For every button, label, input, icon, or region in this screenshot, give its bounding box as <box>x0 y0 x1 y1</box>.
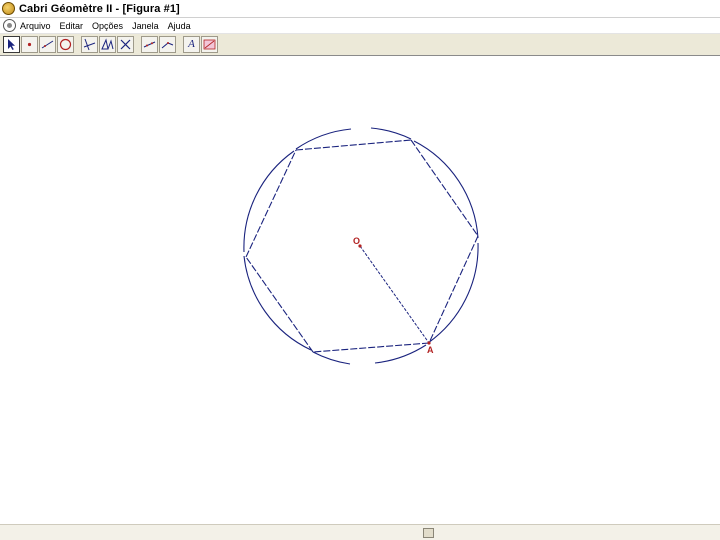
text-label-tool-button[interactable]: A <box>183 36 200 53</box>
circle-tool-button[interactable] <box>57 36 74 53</box>
inscribed-hexagon[interactable] <box>245 139 479 353</box>
radius-segment[interactable] <box>359 245 430 344</box>
window-title: Cabri Géomètre II - [Figura #1] <box>19 2 180 15</box>
menu-opcoes[interactable]: Opções <box>92 21 123 31</box>
macro-tool-button[interactable] <box>117 36 134 53</box>
hexagon-side <box>245 149 297 258</box>
hexagon-side <box>428 235 479 344</box>
perpendicular-tool-button[interactable] <box>81 36 98 53</box>
hexagon-side <box>245 256 314 353</box>
geometry-figure[interactable]: O A <box>0 56 720 524</box>
point-tool-button[interactable] <box>21 36 38 53</box>
measure-tool-button[interactable] <box>159 36 176 53</box>
circle-icon <box>59 38 72 51</box>
transformation-tool-button[interactable] <box>99 36 116 53</box>
macro-icon <box>120 39 131 50</box>
title-bar: Cabri Géomètre II - [Figura #1] <box>0 0 720 18</box>
measure-icon <box>161 42 174 49</box>
property-tool-button[interactable] <box>141 36 158 53</box>
text-label-icon: A <box>188 38 195 50</box>
perpendicular-icon <box>83 38 96 51</box>
transformation-icon <box>101 38 114 50</box>
hexagon-side <box>295 139 412 151</box>
vertex-label: A <box>427 345 434 355</box>
tool-bar: A <box>0 34 720 56</box>
hexagon-side <box>410 139 479 237</box>
attribute-icon <box>203 39 216 50</box>
menu-editar[interactable]: Editar <box>60 21 84 31</box>
pointer-tool-button[interactable] <box>3 36 20 53</box>
property-icon <box>143 41 156 48</box>
menu-bar: Arquivo Editar Opções Janela Ajuda <box>0 18 720 34</box>
document-menu-icon[interactable] <box>3 19 16 32</box>
menu-janela[interactable]: Janela <box>132 21 159 31</box>
scrollbar-thumb[interactable] <box>423 528 434 538</box>
hexagon-side <box>312 342 430 353</box>
line-icon <box>41 40 54 49</box>
menu-ajuda[interactable]: Ajuda <box>168 21 191 31</box>
menu-arquivo[interactable]: Arquivo <box>20 21 51 31</box>
point-icon <box>27 42 32 47</box>
cabri-app-icon[interactable] <box>2 2 15 15</box>
pointer-icon <box>8 39 15 50</box>
attribute-tool-button[interactable] <box>201 36 218 53</box>
drawing-canvas[interactable]: O A <box>0 56 720 524</box>
horizontal-scrollbar[interactable] <box>0 524 720 540</box>
center-label: O <box>353 236 360 246</box>
line-tool-button[interactable] <box>39 36 56 53</box>
